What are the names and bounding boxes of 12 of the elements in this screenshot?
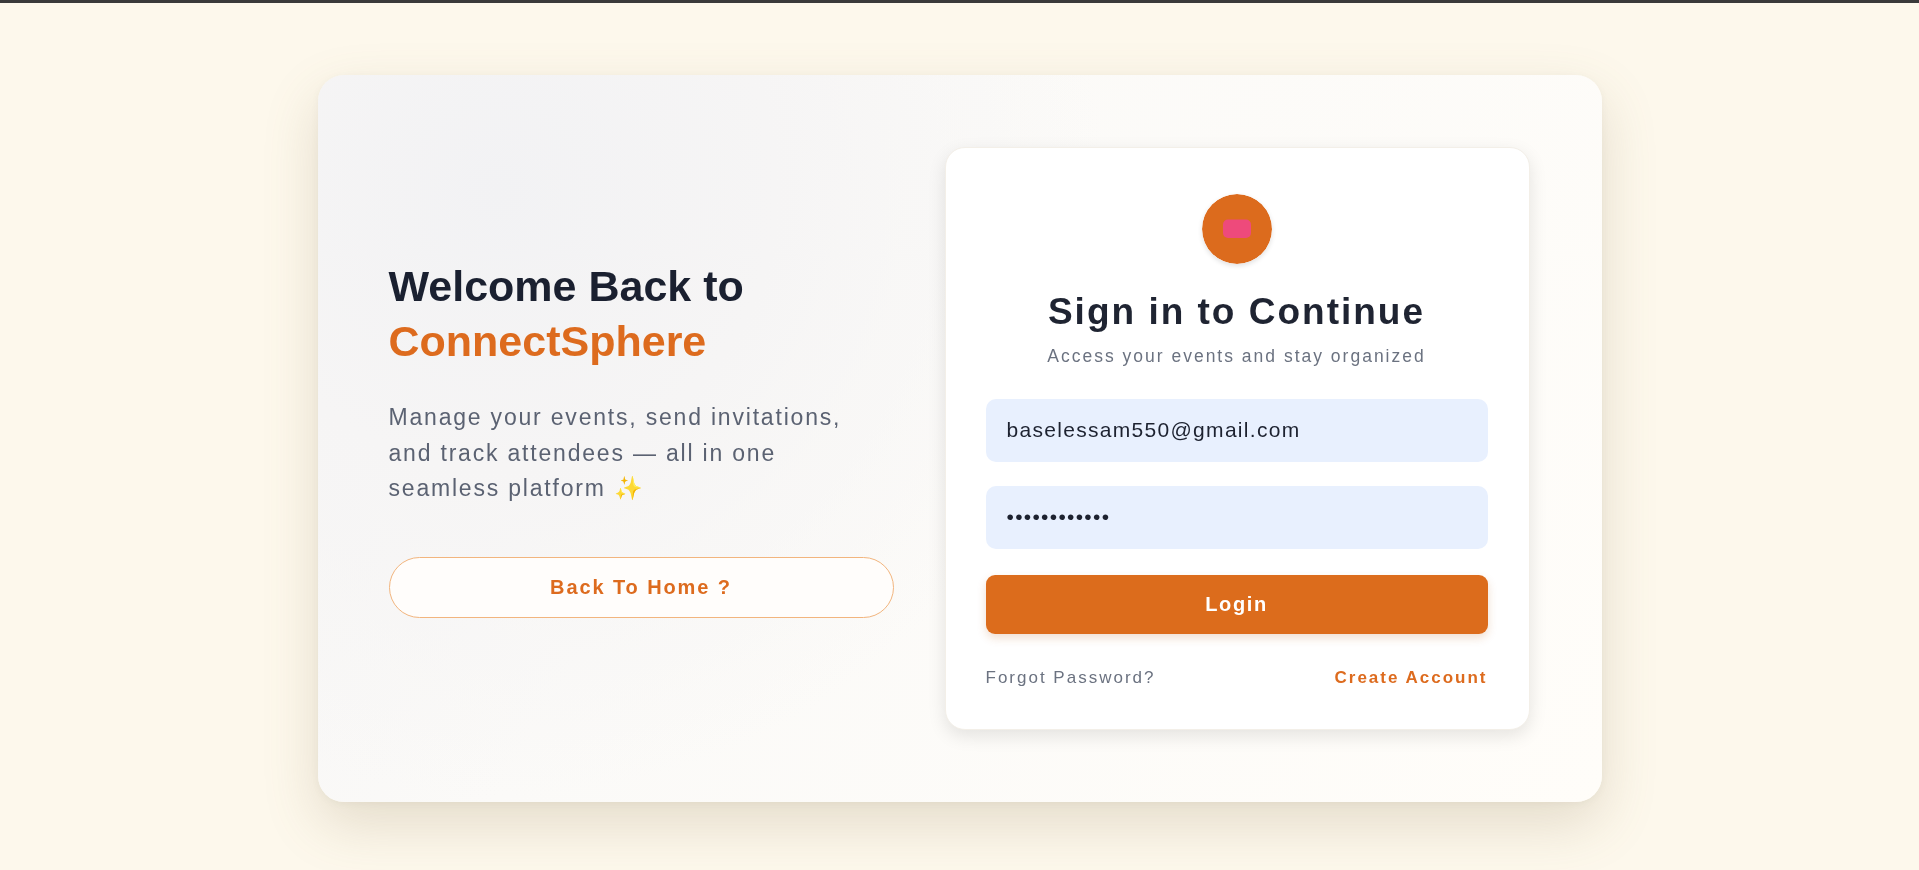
sign-in-title: Sign in to Continue — [1047, 290, 1426, 335]
sign-in-subtitle: Access your events and stay organized — [1047, 344, 1426, 368]
description-text: Manage your events, send invitations, and track attendees — all in one seamless platform ✨ — [388, 403, 843, 504]
welcome-heading: Welcome Back to — [388, 261, 744, 313]
password-field[interactable]: •••••••••••• — [985, 485, 1488, 549]
logo-icon — [1201, 194, 1272, 265]
back-home-button[interactable]: Back To Home ? — [388, 556, 894, 618]
email-field[interactable]: baselessam550@gmail.com — [985, 398, 1488, 462]
create-account-link[interactable]: Create Account — [1334, 666, 1488, 689]
login-button[interactable]: Login — [985, 574, 1488, 634]
forgot-password-link[interactable]: Forgot Password? — [985, 666, 1156, 689]
brand-name: ConnectSphere — [388, 316, 707, 368]
